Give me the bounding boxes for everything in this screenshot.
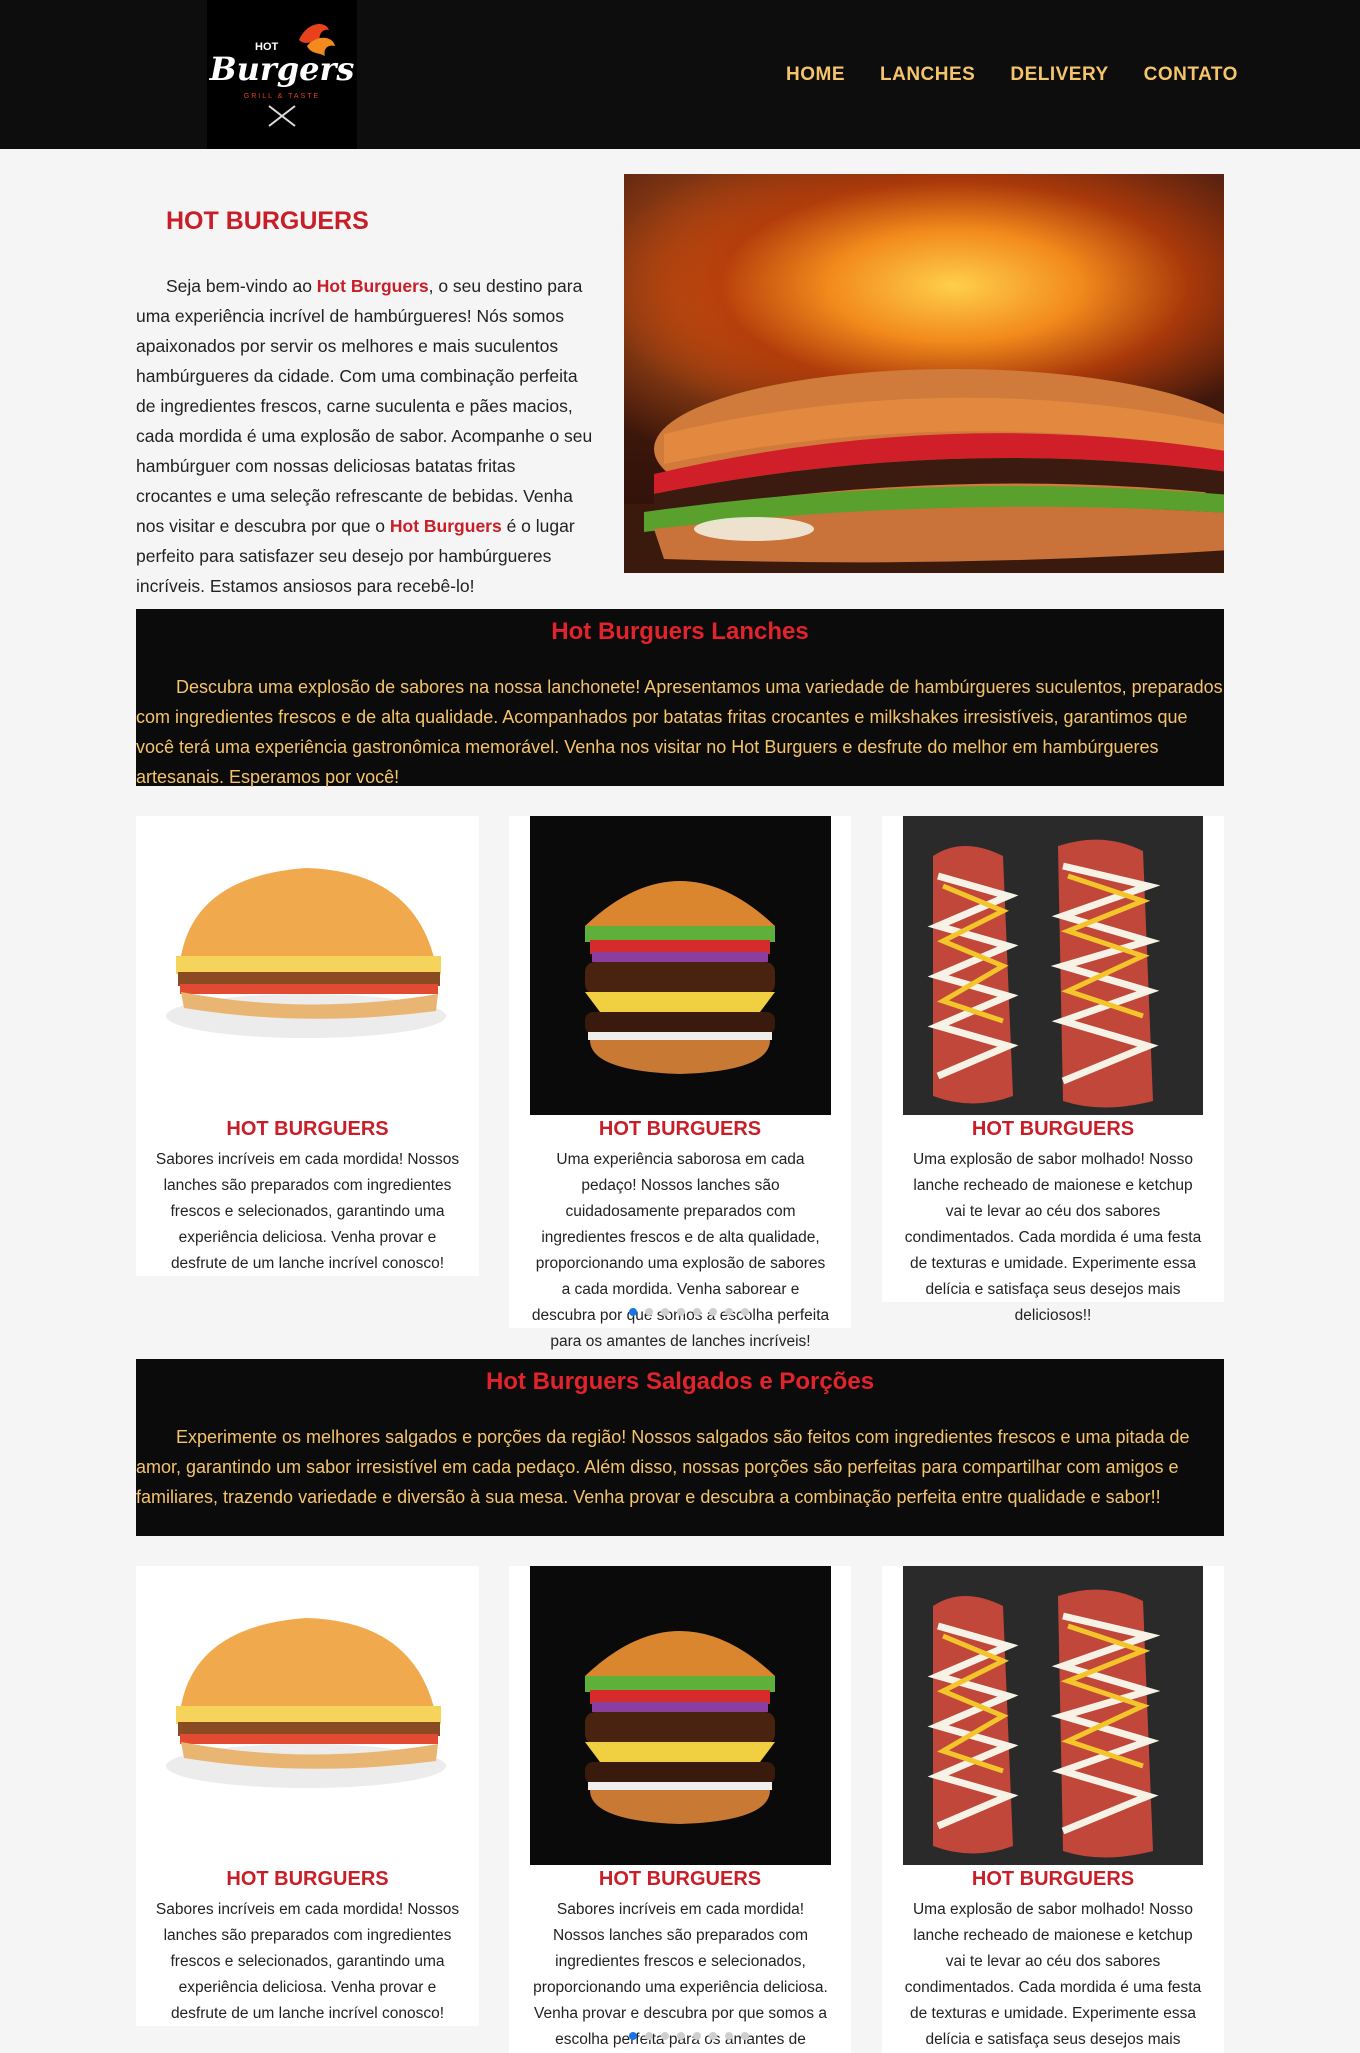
carousel-dot[interactable] — [677, 2032, 685, 2040]
carousel-dot[interactable] — [709, 2032, 717, 2040]
product-card[interactable]: HOT BURGUERS Uma explosão de sabor molha… — [882, 816, 1224, 1324]
product-card-text: Sabores incríveis em cada mordida! Nosso… — [155, 1901, 460, 2022]
main-nav: HOME LANCHES DELIVERY CONTATO — [786, 62, 1238, 88]
sandwich-graphic — [166, 868, 446, 1038]
lanches-banner: Hot Burguers Lanches Descubra uma explos… — [136, 609, 1224, 787]
carousel-dot[interactable] — [741, 1308, 749, 1316]
hero-image — [624, 174, 1224, 573]
burger-graphic — [585, 881, 775, 1074]
carousel-dot[interactable] — [645, 1308, 653, 1316]
product-card[interactable]: HOT BURGUERS Uma experiência saborosa em… — [509, 816, 851, 1350]
product-card[interactable]: HOT BURGUERS Sabores incríveis em cada m… — [136, 1566, 479, 2026]
carousel-dots[interactable] — [629, 2032, 749, 2040]
hotdog-graphic — [927, 1589, 1161, 1858]
product-card-title: HOT BURGUERS — [226, 1868, 389, 1890]
product-card-text: Uma explosão de sabor molhado! Nosso lan… — [904, 1901, 1202, 2048]
product-card-text: Uma explosão de sabor molhado! Nosso lan… — [904, 1151, 1202, 1324]
burger-image — [530, 1566, 831, 1865]
carousel-dot[interactable] — [693, 1308, 701, 1316]
sandwich-image — [156, 816, 456, 1115]
intro-brand-highlight: Hot Burguers — [316, 276, 429, 296]
salgados-banner: Hot Burguers Salgados e Porções Experime… — [136, 1359, 1224, 1536]
intro-title: HOT BURGUERS — [166, 207, 369, 235]
product-card-text: Sabores incríveis em cada mordida! Nosso… — [533, 1901, 828, 2048]
carousel-dot[interactable] — [693, 2032, 701, 2040]
carousel-dot[interactable] — [645, 2032, 653, 2040]
salgados-title: Hot Burguers Salgados e Porções — [485, 1368, 875, 1395]
hero-burger-graphic — [624, 369, 1224, 573]
carousel-dot[interactable] — [741, 2032, 749, 2040]
product-card-title: HOT BURGUERS — [598, 1868, 762, 1890]
nav-contato[interactable]: CONTATO — [1144, 64, 1238, 86]
intro-text: Seja bem-vindo ao Hot Burguers, o seu de… — [136, 271, 596, 601]
product-card-text: Sabores incríveis em cada mordida! Nosso… — [155, 1151, 460, 1272]
carousel-dot[interactable] — [661, 1308, 669, 1316]
intro-brand-highlight: Hot Burguers — [389, 516, 502, 536]
burger-image — [530, 816, 831, 1115]
logo-graphic: HOT Burgers GRILL & TASTE — [209, 24, 355, 127]
carousel-dot[interactable] — [677, 1308, 685, 1316]
nav-lanches[interactable]: LANCHES — [880, 64, 975, 86]
sandwich-graphic — [166, 1618, 446, 1788]
carousel-dot[interactable] — [629, 1308, 637, 1316]
nav-home[interactable]: HOME — [786, 64, 845, 86]
nav-delivery[interactable]: DELIVERY — [1010, 64, 1108, 86]
carousel-dot[interactable] — [661, 2032, 669, 2040]
product-card-title: HOT BURGUERS — [971, 1118, 1135, 1140]
intro-text-part: Seja bem-vindo ao — [166, 276, 317, 296]
burger-graphic — [585, 1631, 775, 1824]
product-card[interactable]: HOT BURGUERS Sabores incríveis em cada m… — [509, 1566, 851, 2053]
sandwich-image — [156, 1566, 456, 1865]
site-header: HOT Burgers GRILL & TASTE HOME LANCHES D… — [0, 0, 1360, 149]
product-card[interactable]: HOT BURGUERS Uma explosão de sabor molha… — [882, 1566, 1224, 2053]
lanches-title: Hot Burguers Lanches — [551, 618, 809, 645]
carousel-dot[interactable] — [725, 2032, 733, 2040]
product-card[interactable]: HOT BURGUERS Sabores incríveis em cada m… — [136, 816, 479, 1276]
intro-text-part: , o seu destino para uma experiência inc… — [136, 276, 593, 536]
salgados-text: Experimente os melhores salgados e porçõ… — [136, 1427, 1190, 1507]
carousel-dots[interactable] — [629, 1308, 749, 1316]
product-card-title: HOT BURGUERS — [598, 1118, 762, 1140]
carousel-dot[interactable] — [629, 2032, 637, 2040]
logo-text-tagline: GRILL & TASTE — [244, 93, 320, 100]
hotdog-image — [903, 1566, 1203, 1865]
logo-text-burgers: Burgers — [209, 50, 355, 88]
hotdog-image — [903, 816, 1203, 1115]
product-card-title: HOT BURGUERS — [226, 1118, 389, 1140]
carousel-dot[interactable] — [725, 1308, 733, 1316]
lanches-text: Descubra uma explosão de sabores na noss… — [136, 677, 1223, 787]
carousel-dot[interactable] — [709, 1308, 717, 1316]
hotdog-graphic — [927, 839, 1161, 1108]
product-card-title: HOT BURGUERS — [971, 1868, 1135, 1890]
brand-logo[interactable]: HOT Burgers GRILL & TASTE — [207, 0, 357, 149]
product-card-text: Uma experiência saborosa em cada pedaço!… — [531, 1151, 830, 1350]
